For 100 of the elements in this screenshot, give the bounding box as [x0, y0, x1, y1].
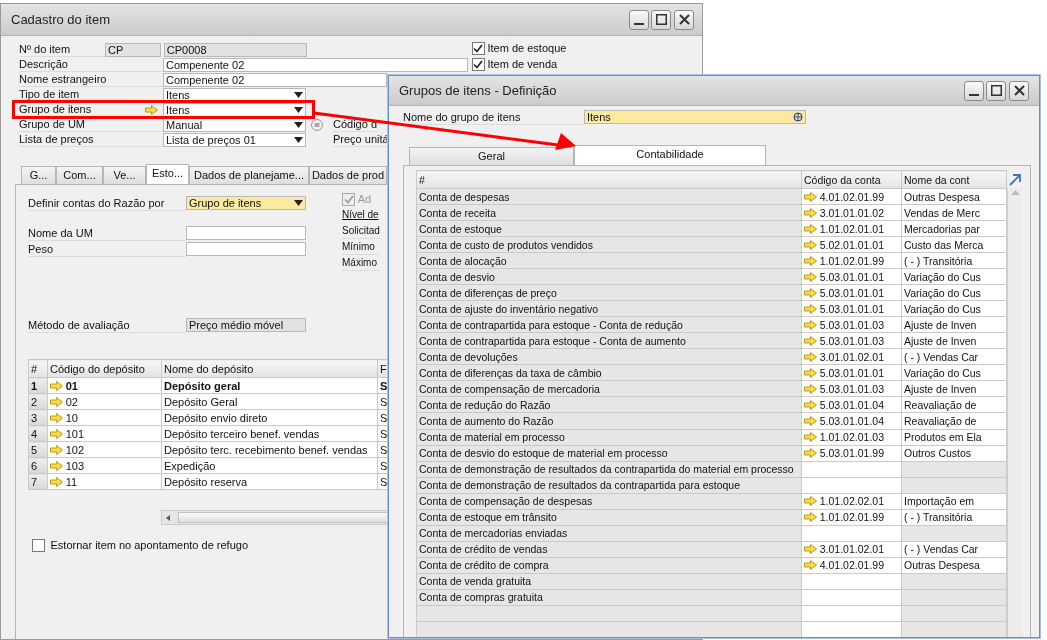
link-arrow-icon[interactable] — [50, 460, 63, 471]
link-arrow-icon[interactable] — [804, 191, 817, 202]
table-cell: 1.01.02.01.99 — [819, 510, 884, 525]
field-label: Nome da UM — [28, 225, 186, 241]
table-cell: 5.02.01.01.01 — [819, 237, 884, 252]
table-cell: 3.01.01.02.01 — [819, 349, 884, 364]
maximize-button[interactable] — [986, 80, 1007, 101]
field-label: Lista de preços — [19, 132, 163, 147]
maximize-icon — [990, 85, 1002, 96]
column-header[interactable]: Nome do depósito — [161, 359, 378, 378]
tab[interactable]: Dados de planejame... — [189, 166, 309, 184]
tab[interactable]: Com... — [56, 166, 103, 184]
dropdown-field[interactable]: Lista de preços 01 — [163, 132, 306, 147]
link-arrow-icon[interactable] — [50, 428, 63, 439]
link-arrow-icon[interactable] — [804, 239, 817, 250]
link-arrow-icon[interactable] — [804, 271, 817, 282]
column-header[interactable]: Código da conta — [801, 170, 902, 189]
dropdown-field[interactable]: Itens — [163, 87, 306, 102]
table-cell: 02 — [65, 394, 78, 409]
link-arrow-icon[interactable] — [804, 223, 817, 234]
table-cell: 4.01.02.01.99 — [819, 558, 884, 573]
tab[interactable]: Geral — [409, 147, 574, 165]
table-cell: 11 — [65, 474, 78, 489]
field-label: Solicitad — [342, 223, 380, 239]
link-arrow-icon[interactable] — [804, 383, 817, 394]
table-cell: 1.01.02.02.01 — [819, 494, 884, 509]
link-arrow-icon[interactable] — [50, 396, 63, 407]
link-arrow-icon[interactable] — [50, 476, 63, 487]
link-arrow-icon[interactable] — [50, 412, 63, 423]
globe-icon[interactable] — [793, 112, 803, 122]
link-arrow-icon[interactable] — [145, 104, 158, 115]
table-cell: 3.01.01.02.01 — [819, 542, 884, 557]
checkbox[interactable] — [471, 41, 485, 55]
tab[interactable]: Ve... — [103, 166, 146, 184]
link-arrow-icon[interactable] — [804, 448, 817, 459]
link-arrow-icon[interactable] — [804, 432, 817, 442]
minimize-button[interactable] — [963, 80, 984, 101]
table-cell: 101 — [65, 426, 85, 441]
tab[interactable]: Contabilidade — [574, 145, 766, 165]
readonly-field: CP0008 — [163, 42, 307, 57]
field-label: Método de avaliação — [28, 317, 186, 333]
table-cell: 5.03.01.01.99 — [819, 446, 884, 461]
link-arrow-icon[interactable] — [50, 444, 63, 455]
column-header[interactable]: # — [28, 359, 48, 378]
input-field[interactable]: Compenente 02 — [163, 72, 387, 87]
table-cell: 1.01.02.01.99 — [819, 253, 884, 268]
checkbox[interactable] — [32, 538, 45, 552]
minimize-button[interactable] — [628, 9, 649, 30]
link-arrow-icon[interactable] — [804, 560, 817, 571]
column-header[interactable]: Código do depósito — [47, 359, 162, 378]
table-cell: 102 — [65, 442, 85, 457]
table-cell: 5.03.01.01.03 — [819, 381, 884, 396]
link-arrow-icon[interactable] — [804, 335, 817, 346]
field-label: Grupo de itens — [19, 102, 145, 117]
tab[interactable]: Esto... — [146, 164, 189, 184]
scrollbar[interactable] — [1007, 188, 1022, 637]
checkbox-label: Item de estoque — [487, 40, 567, 56]
tab[interactable]: Dados de prod — [309, 166, 387, 184]
caret-icon — [294, 200, 303, 206]
field-label: Definir contas do Razão por — [28, 195, 186, 211]
minimize-icon — [968, 94, 979, 96]
link-arrow-icon[interactable] — [804, 207, 817, 218]
series-field[interactable]: CP — [105, 42, 161, 57]
link-arrow-icon[interactable] — [804, 544, 817, 555]
scrollbar[interactable] — [161, 510, 390, 525]
link-arrow-icon[interactable] — [804, 416, 817, 426]
link-arrow-icon[interactable] — [50, 380, 63, 391]
input-field[interactable] — [186, 226, 306, 240]
maximize-button[interactable] — [651, 9, 672, 30]
field-label: Descrição — [19, 57, 163, 72]
close-button[interactable] — [674, 9, 694, 30]
link-arrow-icon[interactable] — [804, 399, 817, 410]
link-arrow-icon[interactable] — [804, 496, 817, 507]
checkbox-label: Estornar item no apontamento de refugo — [50, 538, 248, 553]
list-icon[interactable] — [311, 118, 323, 131]
table-cell: 3.01.01.01.02 — [819, 205, 884, 220]
close-button[interactable] — [1009, 80, 1029, 101]
scroll-up-icon[interactable] — [1009, 188, 1021, 196]
link-arrow-icon[interactable] — [804, 351, 817, 362]
tab[interactable]: G... — [21, 166, 56, 184]
field-label: Mínimo — [342, 239, 380, 255]
link-arrow-icon[interactable] — [804, 287, 817, 298]
link-arrow-icon[interactable] — [804, 512, 817, 523]
checkbox[interactable] — [471, 57, 485, 71]
link-arrow-icon[interactable] — [804, 319, 817, 330]
readonly-field: Preço médio móvel — [186, 318, 306, 332]
column-header[interactable]: Nome da cont — [901, 170, 1007, 189]
dropdown-field[interactable]: Grupo de itens — [186, 196, 306, 210]
table-cell: 1.01.02.01.01 — [819, 221, 884, 236]
link-arrow-icon[interactable] — [804, 255, 817, 266]
input-field[interactable]: Compenente 02 — [163, 57, 468, 72]
table-cell: 5.03.01.01.03 — [819, 317, 884, 332]
link-arrow-icon[interactable] — [804, 367, 817, 378]
input-field[interactable] — [186, 242, 306, 256]
minimize-icon — [633, 23, 644, 25]
column-header[interactable]: # — [416, 170, 802, 189]
link[interactable]: Nível de — [342, 207, 380, 223]
link-arrow-icon[interactable] — [804, 303, 817, 314]
input-field[interactable]: Itens — [584, 110, 806, 124]
checkbox-label: Item de venda — [487, 56, 558, 72]
